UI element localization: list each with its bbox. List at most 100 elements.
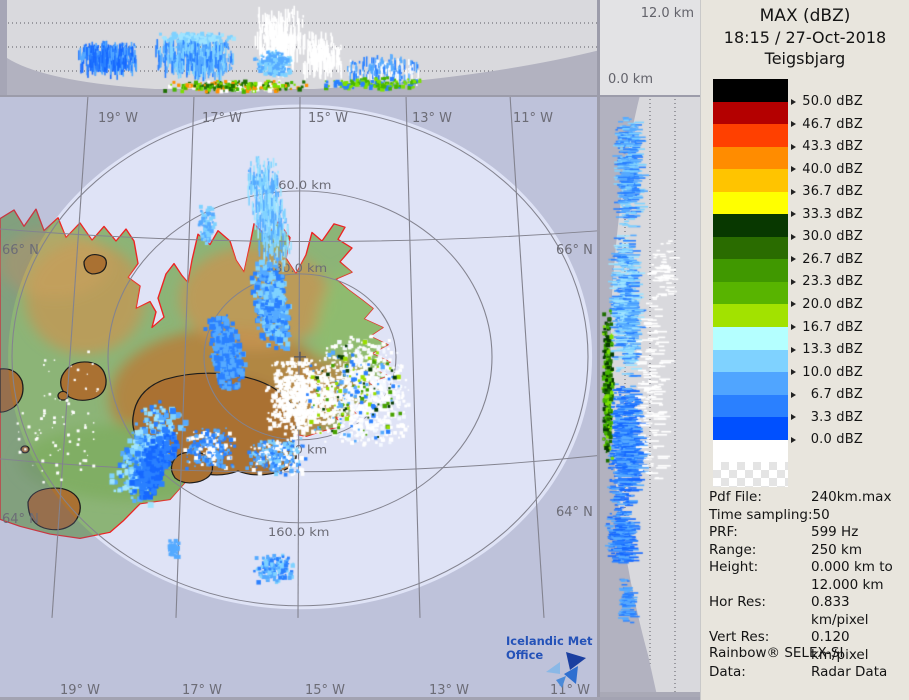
metadata-value: Radar Data [811, 664, 888, 680]
dbz-band-12 [713, 349, 788, 373]
metadata-label: Data: [709, 664, 746, 680]
station-name: Teigsbjarg [764, 49, 846, 68]
dbz-label-row: 6.7 dBZ [791, 383, 901, 406]
threshold-arrow-icon [791, 278, 796, 285]
dbz-threshold-label: 46.7 dBZ [802, 116, 863, 132]
dbz-threshold-label: 43.3 dBZ [802, 139, 863, 155]
separator-vertical [597, 0, 600, 700]
top-cross-section-echoes [0, 0, 600, 95]
dbz-band-14 [713, 394, 788, 418]
metadata-row: Time sampling: 50 [709, 507, 907, 525]
threshold-arrow-icon [791, 414, 796, 421]
dbz-threshold-label: 13.3 dBZ [802, 342, 863, 358]
radar-map: 160.0 km 80.0 km 80.0 km 160.0 km 19° W … [0, 95, 600, 700]
dbz-label-row: 36.7 dBZ [791, 180, 901, 203]
dbz-below-zero-band [713, 439, 788, 462]
height-scale-min-label: 0.0 km [608, 72, 653, 87]
dbz-band-8 [713, 259, 788, 282]
lon-label-top-17w: 17° W [202, 111, 243, 126]
threshold-arrow-icon [791, 369, 796, 376]
height-scale-max-label: 12.0 km [640, 6, 694, 21]
top-cross-section [0, 0, 600, 95]
dbz-threshold-label: 40.0 dBZ [802, 161, 863, 177]
threshold-arrow-icon [791, 256, 796, 263]
dbz-band-11 [713, 327, 788, 350]
dbz-band-3 [713, 146, 788, 170]
radar-echo-layer [0, 95, 600, 700]
dbz-transparent-band [713, 461, 788, 487]
right-cross-section [600, 95, 700, 700]
dbz-label-row: 46.7 dBZ [791, 113, 901, 136]
metadata-value: 50 [812, 506, 830, 523]
lon-label-bottom-19w: 19° W [60, 683, 101, 698]
dbz-label-row: 30.0 dBZ [791, 226, 901, 249]
dbz-band-7 [713, 236, 788, 260]
metadata-value: 0.000 km to 12.000 km [811, 559, 893, 593]
dbz-band-13 [713, 372, 788, 395]
lon-label-bottom-15w: 15° W [305, 683, 346, 698]
metadata-row: Data: Radar Data [709, 664, 907, 682]
metadata-label: Time sampling: [709, 506, 813, 523]
dbz-label-row: 40.0 dBZ [791, 158, 901, 181]
threshold-arrow-icon [791, 324, 796, 331]
info-panel: MAX (dBZ) 18:15 / 27-Oct-2018 Teigsbjarg… [700, 0, 909, 700]
dbz-label-row: 50.0 dBZ [791, 90, 901, 113]
threshold-arrow-icon [791, 121, 796, 128]
metadata-row: Height: 0.000 km to 12.000 km [709, 559, 907, 594]
metadata-value: 240km.max [811, 489, 892, 505]
threshold-arrow-icon [791, 166, 796, 173]
dbz-band-5 [713, 191, 788, 215]
dbz-threshold-label: 0.0 dBZ [810, 432, 863, 448]
dbz-threshold-label: 23.3 dBZ [802, 274, 863, 290]
dbz-threshold-label: 50.0 dBZ [802, 94, 863, 110]
dbz-threshold-label: 36.7 dBZ [802, 184, 863, 200]
metadata-row: Range: 250 km [709, 542, 907, 560]
threshold-arrow-icon [791, 143, 796, 150]
dbz-band-10 [713, 304, 788, 328]
dbz-label-row: 16.7 dBZ [791, 316, 901, 339]
dbz-label-row: 13.3 dBZ [791, 338, 901, 361]
dbz-threshold-label: 30.0 dBZ [802, 229, 863, 245]
metadata-row: PRF: 599 Hz [709, 524, 907, 542]
scan-datetime: 18:15 / 27-Oct-2018 [723, 28, 887, 47]
product-title: MAX (dBZ) [759, 6, 851, 26]
dbz-band-9 [713, 281, 788, 305]
metadata-value: 250 km [811, 541, 863, 558]
dbz-label-row: 33.3 dBZ [791, 203, 901, 226]
dbz-band-2 [713, 124, 788, 147]
lon-label-bottom-17w: 17° W [182, 683, 223, 698]
lon-label-top-13w: 13° W [412, 111, 453, 126]
dbz-label-row: 0.0 dBZ [791, 429, 901, 452]
metadata-value: 0.833 km/pixel [811, 594, 869, 628]
dbz-band-6 [713, 214, 788, 237]
threshold-arrow-icon [791, 391, 796, 398]
metadata-label: Range: [709, 541, 757, 558]
dbz-threshold-label: 3.3 dBZ [810, 409, 863, 425]
dbz-label-row: 10.0 dBZ [791, 361, 901, 384]
metadata-label: PRF: [709, 524, 738, 540]
threshold-arrow-icon [791, 233, 796, 240]
metadata-row: Hor Res: 0.833 km/pixel [709, 594, 907, 629]
icelandic-met-office-logo: Icelandic Met Office [506, 634, 596, 688]
metadata-value: 599 Hz [811, 524, 859, 540]
logo-pinwheel-icon [546, 652, 586, 688]
lon-label-top-11w: 11° W [513, 111, 554, 126]
threshold-arrow-icon [791, 436, 796, 443]
lat-label-right-64n: 64° N [556, 505, 593, 520]
dbz-label-row: 3.3 dBZ [791, 406, 901, 429]
separator-horizontal [0, 95, 700, 97]
dbz-band-0 [713, 79, 788, 102]
lat-label-left-64n: 64° N [2, 512, 39, 527]
lat-label-left-66n: 66° N [2, 243, 39, 258]
metadata-label: Pdf File: [709, 489, 762, 505]
dbz-label-row: 26.7 dBZ [791, 248, 901, 271]
dbz-label-row: 20.0 dBZ [791, 293, 901, 316]
metadata-row: Pdf File: 240km.max [709, 489, 907, 507]
dbz-threshold-label: 20.0 dBZ [802, 296, 863, 312]
lat-label-right-66n: 66° N [556, 243, 593, 258]
dbz-color-scale [713, 79, 788, 440]
metadata-label: Hor Res: [709, 594, 766, 610]
height-scale-corner: 12.0 km 0.0 km [600, 0, 700, 95]
lon-label-top-15w: 15° W [308, 111, 349, 126]
dbz-threshold-label: 6.7 dBZ [810, 387, 863, 403]
